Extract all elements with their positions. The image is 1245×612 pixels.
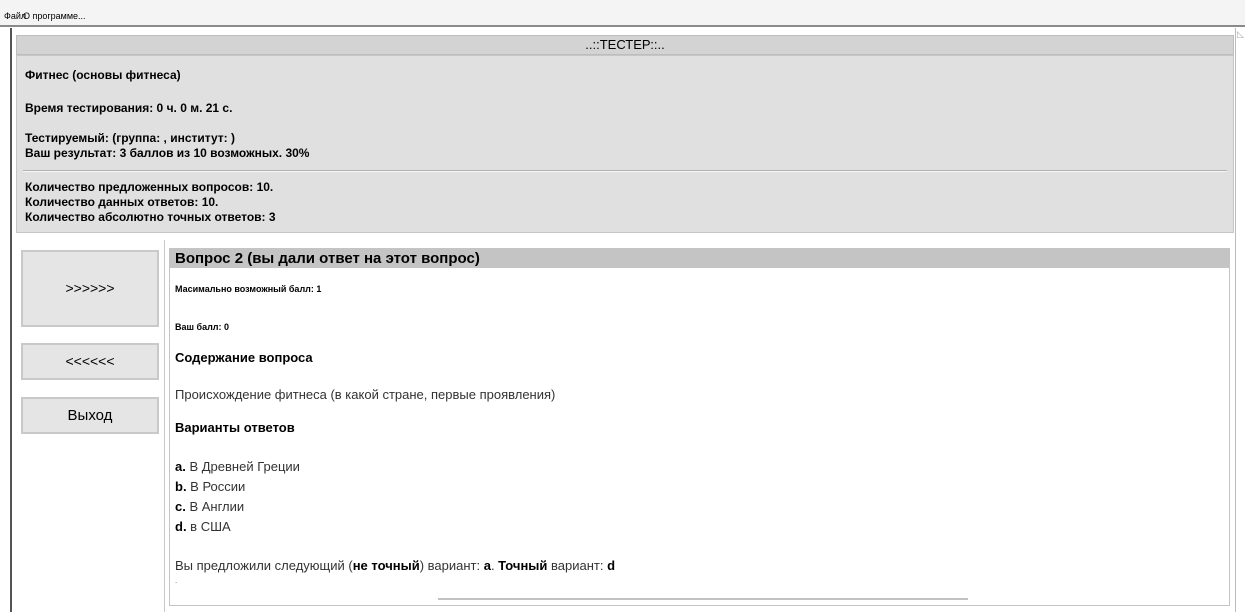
option-letter: c.: [175, 499, 186, 514]
answer-option: a. В Древней Греции: [175, 458, 300, 475]
navigation-panel: >>>>>> <<<<<< Выход: [18, 240, 165, 612]
scroll-corner-icon: ◺: [1237, 29, 1244, 39]
course-name: Фитнес (основы фитнеса): [25, 68, 181, 82]
info-divider: [23, 170, 1227, 172]
tester-title: ..::ТЕСТЕР::..: [16, 35, 1234, 55]
result-prefix: Вы предложили следующий (: [175, 558, 353, 573]
menu-about[interactable]: О программе...: [23, 10, 86, 22]
horizontal-scrollbar[interactable]: [438, 598, 968, 600]
answer-result: Вы предложили следующий (не точный) вари…: [175, 558, 615, 573]
question-content: Происхождение фитнеса (в какой стране, п…: [175, 387, 556, 402]
content-heading: Содержание вопроса: [175, 350, 313, 365]
options-heading: Варианты ответов: [175, 420, 295, 435]
exact-answers: Количество абсолютно точных ответов: 3: [25, 210, 276, 224]
result-middle: ) вариант:: [419, 558, 484, 573]
answer-option: d. в США: [175, 518, 231, 535]
test-time: Время тестирования: 0 ч. 0 м. 21 с.: [25, 101, 233, 115]
next-button[interactable]: >>>>>>: [21, 250, 159, 327]
max-score: Масимально возможный балл: 1: [175, 284, 322, 294]
test-result: Ваш результат: 3 баллов из 10 возможных.…: [25, 146, 310, 160]
result-exact: d: [607, 558, 616, 573]
menu-bar: Файл О программе...: [0, 0, 1245, 27]
result-chosen: а: [483, 558, 491, 573]
option-letter: b.: [175, 479, 187, 494]
option-text: В Древней Греции: [185, 459, 300, 474]
option-text: в США: [186, 519, 231, 534]
trailing-dot: .: [175, 576, 178, 585]
result-exact-label: Точный: [498, 558, 548, 573]
option-text: В России: [186, 479, 246, 494]
result-exact-middle: вариант:: [547, 558, 608, 573]
question-header: Вопрос 2 (вы дали ответ на этот вопрос): [170, 249, 1229, 268]
result-not-exact: не точный: [352, 558, 420, 573]
prev-button[interactable]: <<<<<<: [21, 343, 159, 380]
your-score: Ваш балл: 0: [175, 322, 230, 332]
answer-option: b. В России: [175, 478, 245, 495]
answer-option: c. В Англии: [175, 498, 244, 515]
answers-given: Количество данных ответов: 10.: [25, 195, 219, 209]
option-letter: a.: [175, 459, 186, 474]
option-text: В Англии: [185, 499, 245, 514]
option-letter: d.: [175, 519, 187, 534]
exit-button[interactable]: Выход: [21, 397, 159, 434]
question-title: Вопрос 2 (вы дали ответ на этот вопрос): [175, 250, 480, 267]
tested-person: Тестируемый: (группа: , институт: ): [25, 131, 235, 145]
questions-asked: Количество предложенных вопросов: 10.: [25, 180, 274, 194]
question-panel: Вопрос 2 (вы дали ответ на этот вопрос) …: [169, 248, 1230, 606]
info-panel: Фитнес (основы фитнеса) Время тестирован…: [16, 55, 1234, 233]
